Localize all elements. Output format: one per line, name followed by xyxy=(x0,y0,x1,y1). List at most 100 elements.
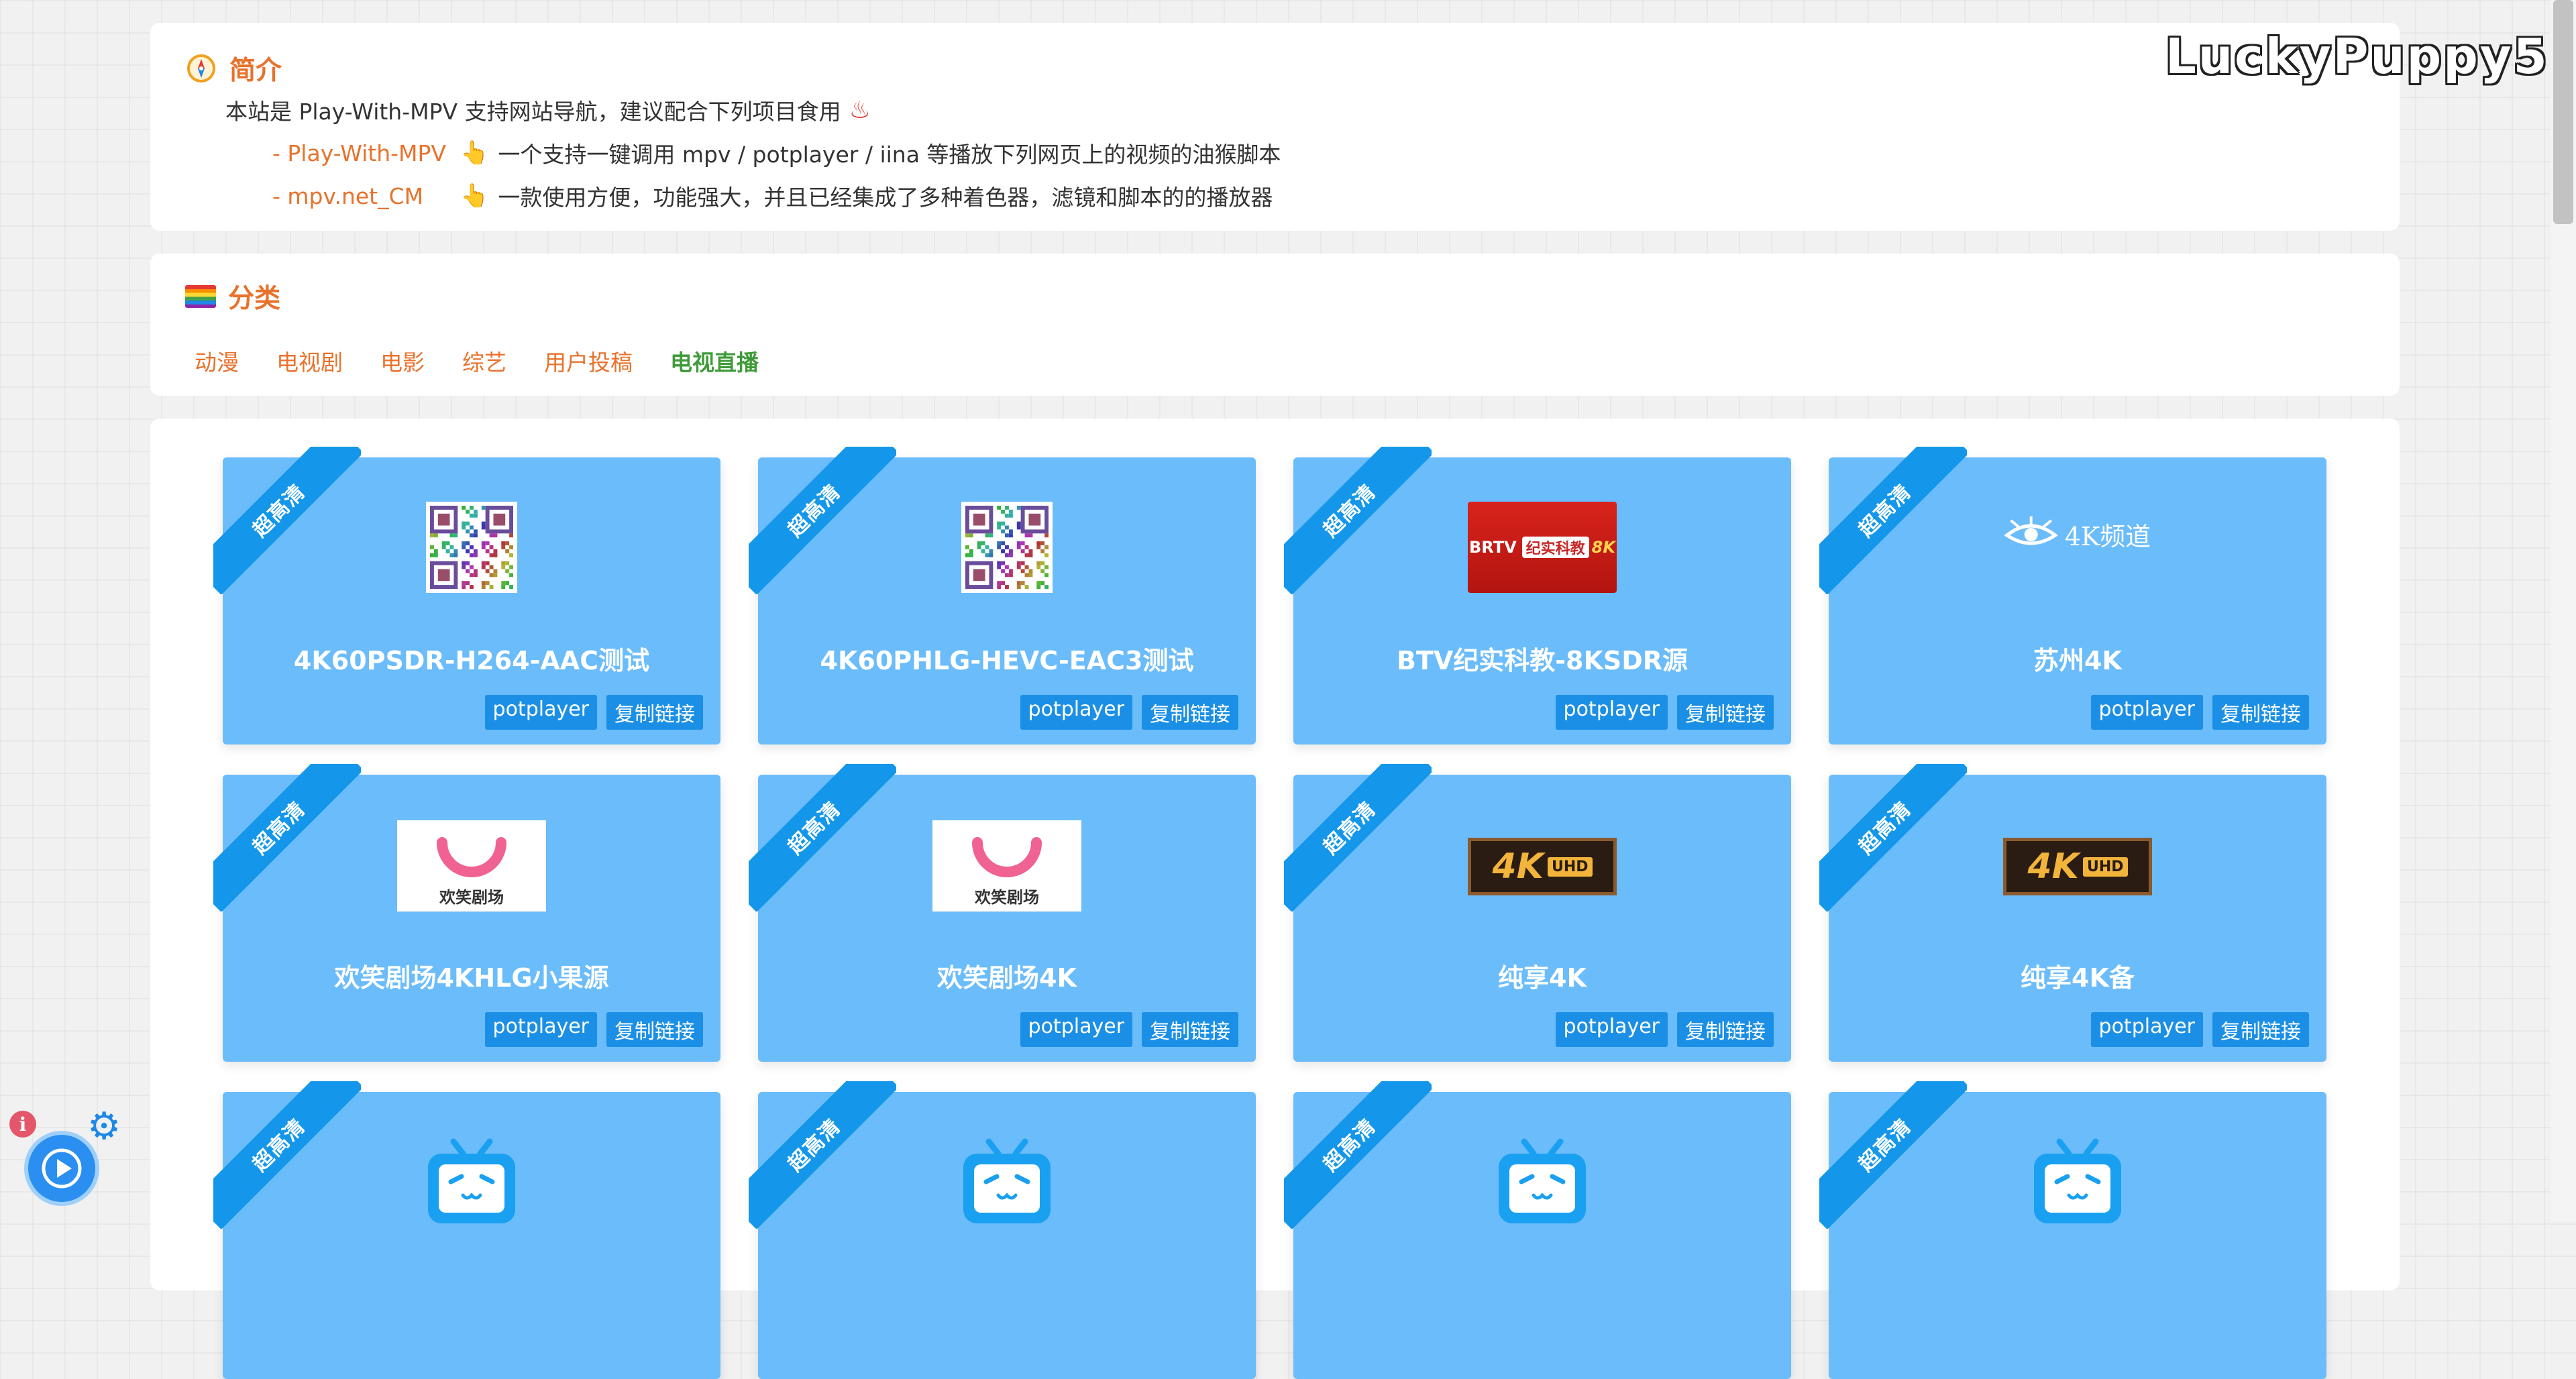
channel-card[interactable]: 超高清 4K UHD 纯享4K potplayer 复制链接 xyxy=(1284,764,1791,1062)
category-tab[interactable]: 电视直播 xyxy=(670,345,759,377)
rainbow-flag-icon xyxy=(185,285,216,308)
4k-uhd-logo: 4K UHD xyxy=(1468,838,1617,895)
channel-name: 4K60PHLG-HEVC-EAC3测试 xyxy=(820,646,1194,675)
channel-name: 4K60PSDR-H264-AAC测试 xyxy=(293,646,650,675)
quality-ribbon: 超高清 xyxy=(213,447,361,594)
copy-link-button[interactable]: 复制链接 xyxy=(1677,1012,1774,1047)
copy-link-button[interactable]: 复制链接 xyxy=(606,1012,703,1047)
channel-grid-panel: 超高清 4K60PSDR-H264-AAC测试 potplayer 复制链接 超高清 4K… xyxy=(150,419,2400,1379)
intro-text: 本站是 Play-With-MPV 支持网站导航，建议配合下列项目食用 xyxy=(225,99,841,125)
channel-card[interactable]: 超高清 4K60PHLG-HEVC-EAC3测试 potplayer 复制链接 xyxy=(749,447,1256,744)
bilibili-tv-icon xyxy=(958,1136,1056,1227)
suzhou-4k-logo: 4K频道 xyxy=(2004,515,2151,553)
channel-actions: potplayer 复制链接 xyxy=(1555,1012,1774,1047)
category-heading: 分类 xyxy=(185,278,280,315)
potplayer-button[interactable]: potplayer xyxy=(1020,695,1132,730)
scrollbar-thumb[interactable] xyxy=(2553,0,2573,224)
gear-icon[interactable]: ⚙ xyxy=(87,1108,121,1146)
play-with-mpv-link[interactable]: - Play-With-MPV xyxy=(272,140,460,166)
potplayer-button[interactable]: potplayer xyxy=(2090,695,2203,730)
pointing-hand-icon: 👆 xyxy=(460,182,489,209)
quality-label: 超高清 xyxy=(213,1081,361,1229)
channel-actions: potplayer 复制链接 xyxy=(1020,695,1238,730)
hot-springs-icon: ♨ xyxy=(849,96,871,124)
channel-card[interactable]: 超高清 欢笑剧场欢笑剧场4K potplayer 复制链接 xyxy=(749,764,1256,1062)
category-tab[interactable]: 电影 xyxy=(380,345,425,377)
channel-card[interactable]: 超高清 4K频道 苏州4K potplayer 复制链接 xyxy=(1819,447,2326,744)
channel-name: 苏州4K xyxy=(2033,646,2122,675)
potplayer-button[interactable]: potplayer xyxy=(1555,1012,1668,1047)
category-title: 分类 xyxy=(228,284,281,314)
intro-panel: 简介 本站是 Play-With-MPV 支持网站导航，建议配合下列项目食用 ♨… xyxy=(150,23,2400,231)
channel-actions: potplayer 复制链接 xyxy=(1020,1012,1238,1047)
channel-card[interactable]: 超高清 xyxy=(213,1081,720,1379)
scrollbar[interactable] xyxy=(2551,0,2576,1221)
play-icon xyxy=(42,1148,82,1189)
channel-card[interactable]: 超高清 4K UHD 纯享4K备 potplayer 复制链接 xyxy=(1819,764,2326,1062)
channel-name: 纯享4K xyxy=(1498,963,1587,993)
channel-name: 欢笑剧场4KHLG小果源 xyxy=(334,963,609,993)
category-tabs: 动漫 电视剧 电影 综艺 用户投稿 电视直播 xyxy=(195,345,759,377)
intro-title: 简介 xyxy=(229,56,282,86)
intro-heading: 简介 xyxy=(185,50,282,87)
mpv-net-cm-link[interactable]: - mpv.net_CM xyxy=(272,183,460,209)
huanxiao-logo: 欢笑剧场 xyxy=(932,820,1081,912)
category-tab[interactable]: 电视剧 xyxy=(276,345,343,377)
quality-label: 超高清 xyxy=(749,764,896,912)
uhd-text: UHD xyxy=(2082,857,2128,877)
channel-card[interactable]: 超高清 xyxy=(749,1081,1256,1379)
project-link-row: - Play-With-MPV 👆 一个支持一键调用 mpv / potplay… xyxy=(272,137,1281,169)
quality-label: 超高清 xyxy=(1284,764,1432,912)
info-icon[interactable]: i xyxy=(9,1111,36,1138)
uhd-4k-text: 4K xyxy=(2027,846,2079,887)
category-tab[interactable]: 用户投稿 xyxy=(544,345,633,377)
channel-name: 欢笑剧场4K xyxy=(937,963,1077,993)
smile-arc-icon xyxy=(972,837,1042,877)
copy-link-button[interactable]: 复制链接 xyxy=(606,695,703,730)
quality-label: 超高清 xyxy=(213,764,361,912)
potplayer-button[interactable]: potplayer xyxy=(484,695,597,730)
channel-card[interactable]: 超高清 4K60PSDR-H264-AAC测试 potplayer 复制链接 xyxy=(213,447,720,744)
category-tab[interactable]: 综艺 xyxy=(462,345,506,377)
quality-label: 超高清 xyxy=(749,447,896,594)
channel-actions: potplayer 复制链接 xyxy=(2090,1012,2309,1047)
huanxiao-logo: 欢笑剧场 xyxy=(397,820,546,912)
quality-ribbon: 超高清 xyxy=(749,1081,896,1229)
copy-link-button[interactable]: 复制链接 xyxy=(2212,1012,2309,1047)
potplayer-button[interactable]: potplayer xyxy=(1555,695,1668,730)
channel-actions: potplayer 复制链接 xyxy=(2090,695,2309,730)
quality-label: 超高清 xyxy=(1284,447,1432,594)
brtv-pill: 纪实科教 xyxy=(1521,537,1589,558)
project-description: 一款使用方便，功能强大，并且已经集成了多种着色器，滤镜和脚本的的播放器 xyxy=(498,184,1273,211)
bilibili-tv-icon xyxy=(2029,1136,2127,1227)
watermark: LuckyPuppy514 xyxy=(2165,28,2576,85)
channel-card[interactable]: 超高清 BRTV 纪实科教 8K BTV纪实科教-8KSDR源 potplayer 复制链接 xyxy=(1284,447,1791,744)
channel-card[interactable]: 超高清 xyxy=(1819,1081,2326,1379)
channel-name: 纯享4K备 xyxy=(2021,963,2135,993)
quality-label: 超高清 xyxy=(749,1081,896,1229)
copy-link-button[interactable]: 复制链接 xyxy=(2212,695,2309,730)
uhd-4k-text: 4K xyxy=(1492,846,1544,887)
copy-link-button[interactable]: 复制链接 xyxy=(1142,695,1238,730)
bilibili-tv-icon xyxy=(423,1136,521,1227)
quality-ribbon: 超高清 xyxy=(1819,1081,1967,1229)
copy-link-button[interactable]: 复制链接 xyxy=(1677,695,1774,730)
channel-card[interactable]: 超高清 欢笑剧场欢笑剧场4KHLG小果源 potplayer 复制链接 xyxy=(213,764,720,1062)
brtv-text: BRTV xyxy=(1469,538,1517,557)
4k-uhd-logo: 4K UHD xyxy=(2003,838,2152,895)
potplayer-button[interactable]: potplayer xyxy=(2090,1012,2203,1047)
category-tab[interactable]: 动漫 xyxy=(195,345,239,377)
channel-card[interactable]: 超高清 xyxy=(1284,1081,1791,1379)
project-link-row: - mpv.net_CM 👆 一款使用方便，功能强大，并且已经集成了多种着色器，… xyxy=(272,180,1273,212)
quality-label: 超高清 xyxy=(1819,764,1967,912)
potplayer-button[interactable]: potplayer xyxy=(1020,1012,1132,1047)
potplayer-button[interactable]: potplayer xyxy=(484,1012,597,1047)
quality-ribbon: 超高清 xyxy=(213,1081,361,1229)
brtv-logo: BRTV 纪实科教 8K xyxy=(1468,502,1617,593)
copy-link-button[interactable]: 复制链接 xyxy=(1142,1012,1238,1047)
quality-ribbon: 超高清 xyxy=(1284,764,1432,912)
brtv-8k: 8K xyxy=(1591,538,1615,557)
project-description: 一个支持一键调用 mpv / potplayer / iina 等播放下列网页上… xyxy=(498,142,1281,168)
quality-label: 超高清 xyxy=(1819,1081,1967,1229)
compass-icon xyxy=(187,54,215,82)
